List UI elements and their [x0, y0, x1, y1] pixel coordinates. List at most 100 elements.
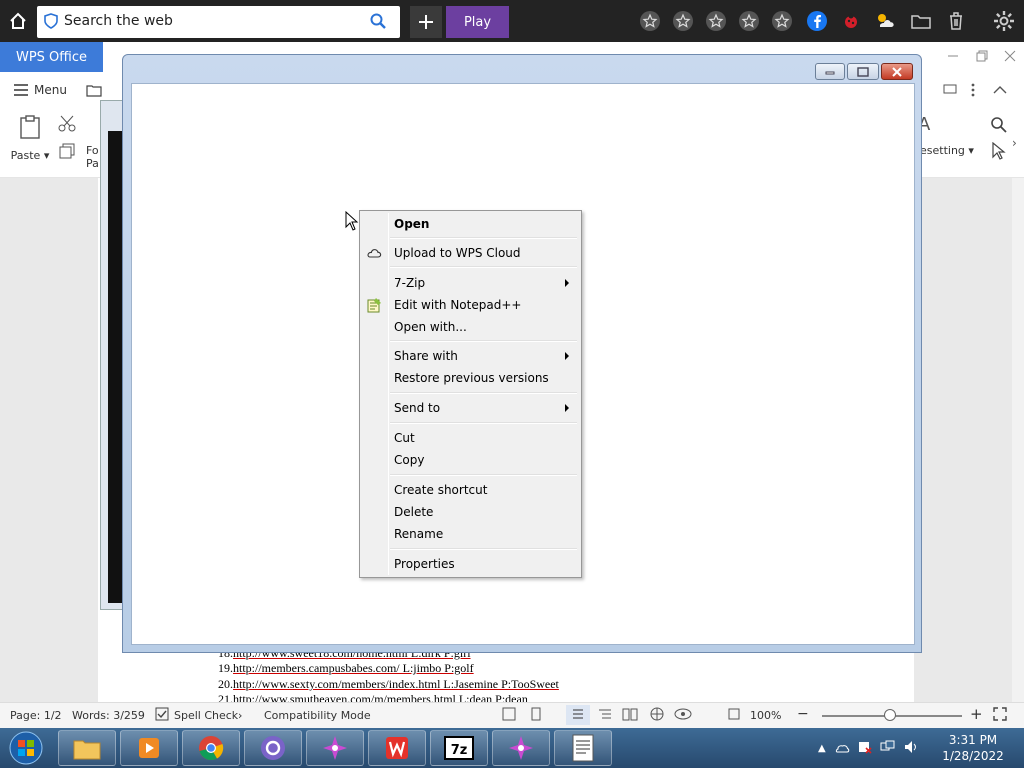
- menu-item-upload-to-wps-cloud[interactable]: Upload to WPS Cloud: [362, 242, 579, 264]
- taskbar-app-at[interactable]: [244, 730, 302, 766]
- menu-item-restore-previous-versions[interactable]: Restore previous versions: [362, 367, 579, 389]
- restore-icon[interactable]: [976, 50, 988, 65]
- star-icon[interactable]: [737, 8, 761, 34]
- menu-item-copy[interactable]: Copy: [362, 449, 579, 471]
- 7-zip-icon: 7z: [444, 736, 474, 760]
- vertical-scrollbar[interactable]: [1012, 178, 1024, 702]
- menu-button[interactable]: Menu: [14, 83, 67, 97]
- taskbar-file-explorer[interactable]: [58, 730, 116, 766]
- spell-check-icon[interactable]: [155, 707, 169, 724]
- menu-item-properties[interactable]: Properties: [362, 553, 579, 575]
- document-line[interactable]: 19.http://members.campusbabes.com/ L:jim…: [218, 661, 474, 676]
- more-options-icon[interactable]: [971, 83, 975, 100]
- home-icon[interactable]: [6, 9, 30, 33]
- new-tab-button[interactable]: [410, 6, 442, 38]
- select-pointer-icon[interactable]: [992, 141, 1006, 163]
- ladybug-icon[interactable]: [839, 8, 863, 34]
- menu-item-cut[interactable]: Cut: [362, 427, 579, 449]
- maximize-button[interactable]: [847, 63, 879, 80]
- taskbar-app-star-2[interactable]: [492, 730, 550, 766]
- trash-icon[interactable]: [944, 8, 968, 34]
- paste-button[interactable]: Paste ▾: [10, 114, 50, 162]
- document-line[interactable]: 21.http://www.smutheaven.com/m/members.h…: [218, 692, 528, 702]
- document-line[interactable]: 20.http://www.sexty.com/members/index.ht…: [218, 677, 559, 692]
- settings-gear-icon[interactable]: [992, 8, 1016, 34]
- menu-item-rename[interactable]: Rename: [362, 523, 579, 545]
- taskbar-app-star[interactable]: [306, 730, 364, 766]
- collapse-ribbon-icon[interactable]: [993, 84, 1007, 98]
- taskbar-7-zip[interactable]: 7z: [430, 730, 488, 766]
- play-button[interactable]: Play: [446, 6, 509, 38]
- taskbar-media-player[interactable]: [120, 730, 178, 766]
- volume-icon[interactable]: [904, 740, 920, 757]
- cut-icon[interactable]: [58, 114, 76, 135]
- zoom-in-icon[interactable]: +: [970, 705, 983, 723]
- fullscreen-icon[interactable]: [993, 707, 1007, 724]
- wps-cloud-tray-icon[interactable]: [834, 740, 850, 757]
- cloud-icon: [366, 245, 382, 261]
- copy-icon[interactable]: [58, 142, 76, 163]
- system-tray: ▲: [818, 738, 920, 758]
- menu-item-delete[interactable]: Delete: [362, 501, 579, 523]
- close-icon[interactable]: [1004, 50, 1016, 65]
- find-icon[interactable]: [990, 116, 1008, 137]
- folder-icon[interactable]: [909, 8, 933, 34]
- view-icon[interactable]: [502, 707, 516, 724]
- mouse-cursor-icon: [345, 210, 359, 234]
- book-view-icon[interactable]: [622, 707, 638, 724]
- outline-view-icon[interactable]: [598, 707, 612, 724]
- page-indicator[interactable]: Page: 1/2: [10, 709, 62, 722]
- taskbar-wps-writer[interactable]: [368, 730, 426, 766]
- format-painter-button[interactable]: Fo Pa: [86, 144, 99, 170]
- document-icon: [572, 734, 594, 762]
- folder-icon: [73, 740, 101, 760]
- close-button[interactable]: [881, 63, 913, 80]
- menu-item-send-to[interactable]: Send to: [362, 397, 579, 419]
- action-center-icon[interactable]: [858, 740, 872, 757]
- zoom-slider-handle[interactable]: [884, 709, 896, 721]
- menu-item-share-with[interactable]: Share with: [362, 345, 579, 367]
- search-icon[interactable]: [370, 13, 386, 32]
- minimize-icon[interactable]: [947, 50, 959, 65]
- start-button[interactable]: [4, 730, 48, 766]
- fit-page-icon[interactable]: [727, 707, 741, 724]
- star-icon[interactable]: [638, 8, 662, 34]
- minimize-button[interactable]: [815, 63, 845, 80]
- eye-protection-icon[interactable]: [674, 707, 692, 724]
- wps-office-tab[interactable]: WPS Office: [0, 42, 103, 72]
- weather-icon[interactable]: [873, 8, 897, 34]
- menu-item-7-zip[interactable]: 7-Zip: [362, 272, 579, 294]
- zoom-level[interactable]: 100%: [750, 709, 781, 722]
- chrome-icon: [199, 736, 224, 761]
- spell-check-button[interactable]: Spell Check: [174, 709, 238, 722]
- star-icon[interactable]: [671, 8, 695, 34]
- web-search-box[interactable]: Search the web: [37, 6, 400, 38]
- menu-item-create-shortcut[interactable]: Create shortcut: [362, 479, 579, 501]
- paste-label: Paste: [10, 149, 41, 162]
- menu-item-open[interactable]: Open: [362, 213, 579, 235]
- menu-label: Menu: [34, 83, 67, 97]
- system-clock[interactable]: 3:31 PM 1/28/2022: [938, 732, 1008, 764]
- menu-item-open-with[interactable]: Open with...: [362, 316, 579, 338]
- format-painter-label-1: Fo: [86, 144, 99, 157]
- open-folder-icon[interactable]: [86, 83, 102, 100]
- comment-icon[interactable]: [943, 83, 957, 100]
- network-icon[interactable]: [880, 740, 896, 757]
- show-hidden-icons-icon[interactable]: ▲: [818, 743, 826, 754]
- format-painter-label-2: Pa: [86, 157, 99, 170]
- facebook-icon[interactable]: [805, 8, 829, 34]
- page-view-icon[interactable]: [566, 705, 590, 725]
- wps-writer-icon: [386, 737, 408, 759]
- star-icon[interactable]: [770, 8, 794, 34]
- zoom-out-icon[interactable]: −: [797, 706, 809, 722]
- taskbar-chrome[interactable]: [182, 730, 240, 766]
- reading-mode-icon[interactable]: [529, 707, 543, 724]
- taskbar-document[interactable]: [554, 730, 612, 766]
- menu-item-edit-with-notepad-plus-plus[interactable]: Edit with Notepad++: [362, 294, 579, 316]
- web-view-icon[interactable]: [650, 707, 664, 724]
- resetting-button[interactable]: esetting ▾: [920, 144, 974, 157]
- word-count[interactable]: Words: 3/259: [72, 709, 145, 722]
- windows-taskbar: 7z ▲ 3:31 PM 1/28/2022: [0, 728, 1024, 768]
- star-icon[interactable]: [704, 8, 728, 34]
- ribbon-scroll-right-icon[interactable]: ›: [1012, 136, 1017, 150]
